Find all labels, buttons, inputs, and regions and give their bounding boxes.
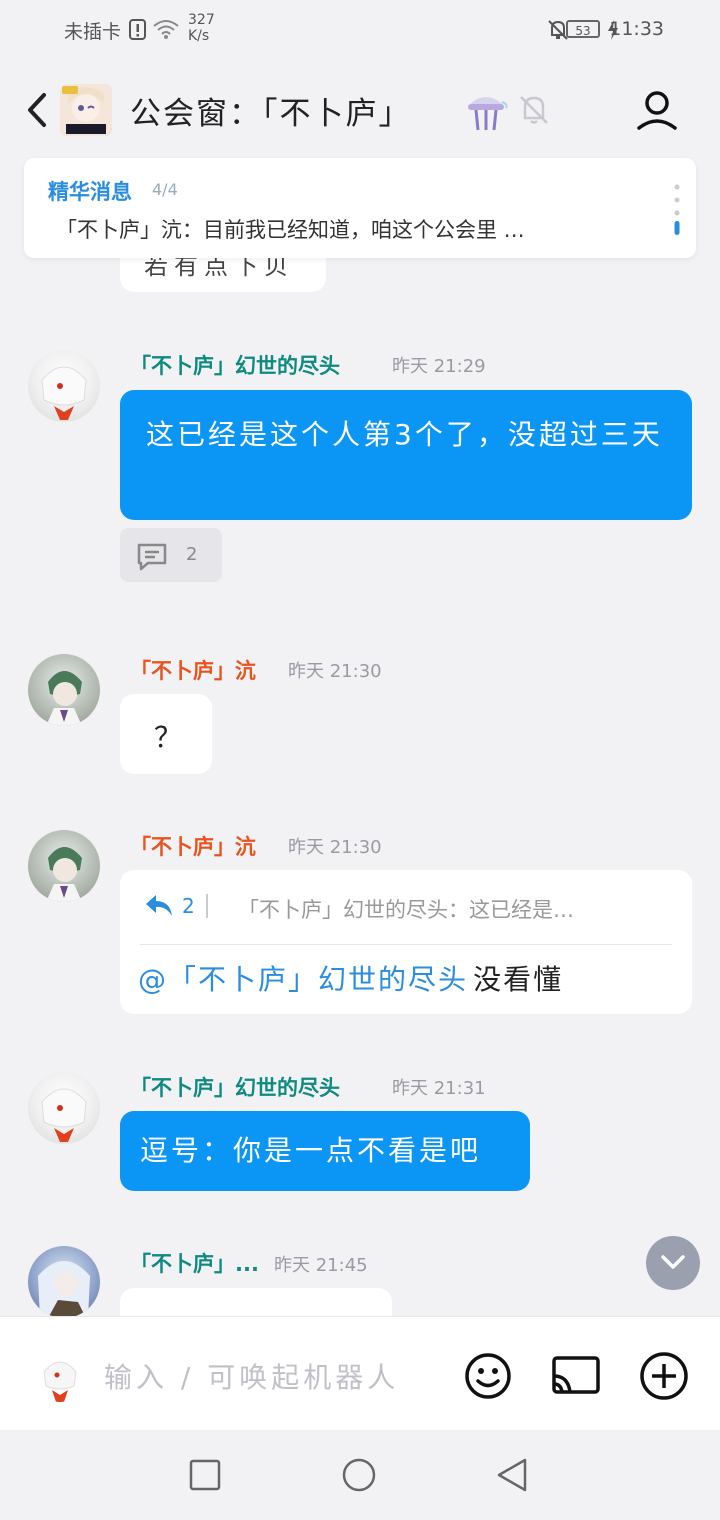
mention-link[interactable]: @「不卜庐」幻世的尽头: [138, 963, 468, 996]
message-text: 逗号：你是一点不看是吧: [140, 1134, 482, 1167]
muted-bell-icon[interactable]: [516, 92, 552, 132]
profile-icon[interactable]: [636, 90, 678, 136]
sender-avatar[interactable]: [28, 830, 100, 902]
message-time: 昨天 21:29: [392, 356, 486, 377]
message-time: 昨天 21:31: [392, 1078, 486, 1099]
message-text-line: @「不卜庐」幻世的尽头 没看懂: [138, 958, 563, 998]
clock: 11:33: [609, 18, 664, 40]
carrier-label: 未插卡: [64, 21, 122, 43]
sender-name[interactable]: 「不卜庐」幻世的尽头: [130, 350, 340, 380]
sender-name[interactable]: 「不卜庐」沆: [130, 655, 256, 685]
sender-avatar[interactable]: [28, 1072, 100, 1144]
network-speed-unit: K/s: [188, 28, 210, 44]
group-avatar[interactable]: [60, 84, 112, 136]
wifi-icon: [152, 18, 180, 45]
pinned-count: 4/4: [152, 180, 178, 199]
message-time: 昨天 21:30: [288, 837, 382, 858]
add-icon[interactable]: [638, 1350, 690, 1406]
nav-back-icon[interactable]: [494, 1456, 530, 1498]
message-time: 昨天 21:30: [288, 661, 382, 682]
page-title: 公会窗：「不卜庐」: [130, 96, 412, 132]
message-bubble[interactable]: 2 「不卜庐」幻世的尽头：这已经是… @「不卜庐」幻世的尽头 没看懂: [120, 870, 692, 1014]
quote-count: 2: [182, 894, 195, 918]
message-bubble[interactable]: ？: [120, 694, 212, 774]
sender-name[interactable]: 「不卜庐」沆: [130, 831, 256, 861]
sender-avatar[interactable]: [28, 350, 100, 422]
sender-name[interactable]: 「不卜庐」幻世的尽头: [130, 1072, 340, 1102]
divider: [206, 894, 208, 918]
home-icon[interactable]: [341, 1457, 377, 1497]
message-text: 没看懂: [473, 963, 564, 996]
pinned-label: 精华消息: [48, 180, 132, 204]
emoji-icon[interactable]: [464, 1352, 512, 1404]
robot-avatar[interactable]: [36, 1350, 84, 1402]
flask-icon: [464, 90, 508, 138]
scroll-to-bottom-button[interactable]: [646, 1236, 700, 1290]
sender-avatar[interactable]: [28, 654, 100, 726]
pinned-messages-panel[interactable]: 精华消息 4/4 「不卜庐」沆：目前我已经知道，咱这个公会里 …: [24, 158, 696, 258]
battery-icon: 53: [566, 20, 600, 38]
message-bubble[interactable]: 这已经是这个人第3个了，没超过三天: [120, 390, 692, 520]
quoted-reply[interactable]: 2 「不卜庐」幻世的尽头：这已经是…: [140, 892, 672, 945]
network-speed: 327 K/s: [188, 12, 215, 44]
cast-screen-icon[interactable]: [550, 1354, 602, 1402]
network-speed-value: 327: [188, 12, 215, 28]
quoted-text: 「不卜庐」幻世的尽头：这已经是…: [238, 898, 574, 922]
thread-reply-button[interactable]: 2: [120, 528, 222, 582]
message-text: 这已经是这个人第3个了，没超过三天: [146, 418, 663, 451]
message-text: ？: [154, 721, 183, 754]
message-input[interactable]: 输入 / 可唤起机器人: [104, 1356, 399, 1396]
back-icon[interactable]: [24, 92, 50, 132]
pinned-page-indicator: [674, 184, 680, 240]
reply-arrow-icon: [144, 892, 174, 924]
sender-name[interactable]: 「不卜庐」...: [130, 1248, 259, 1278]
sim-alert-icon: [128, 19, 148, 46]
chevron-down-icon: [661, 1255, 685, 1269]
message-bubble[interactable]: 逗号：你是一点不看是吧: [120, 1111, 530, 1191]
comment-icon: [136, 542, 168, 576]
pinned-message-text: 「不卜庐」沆：目前我已经知道，咱这个公会里 …: [56, 218, 525, 242]
thread-reply-count: 2: [186, 544, 198, 565]
message-bubble[interactable]: [120, 1288, 392, 1316]
sender-avatar[interactable]: [28, 1246, 100, 1318]
status-bar: 未插卡 327 K/s 53 11:33: [0, 0, 720, 60]
recents-icon[interactable]: [188, 1458, 222, 1496]
message-time: 昨天 21:45: [274, 1255, 368, 1276]
